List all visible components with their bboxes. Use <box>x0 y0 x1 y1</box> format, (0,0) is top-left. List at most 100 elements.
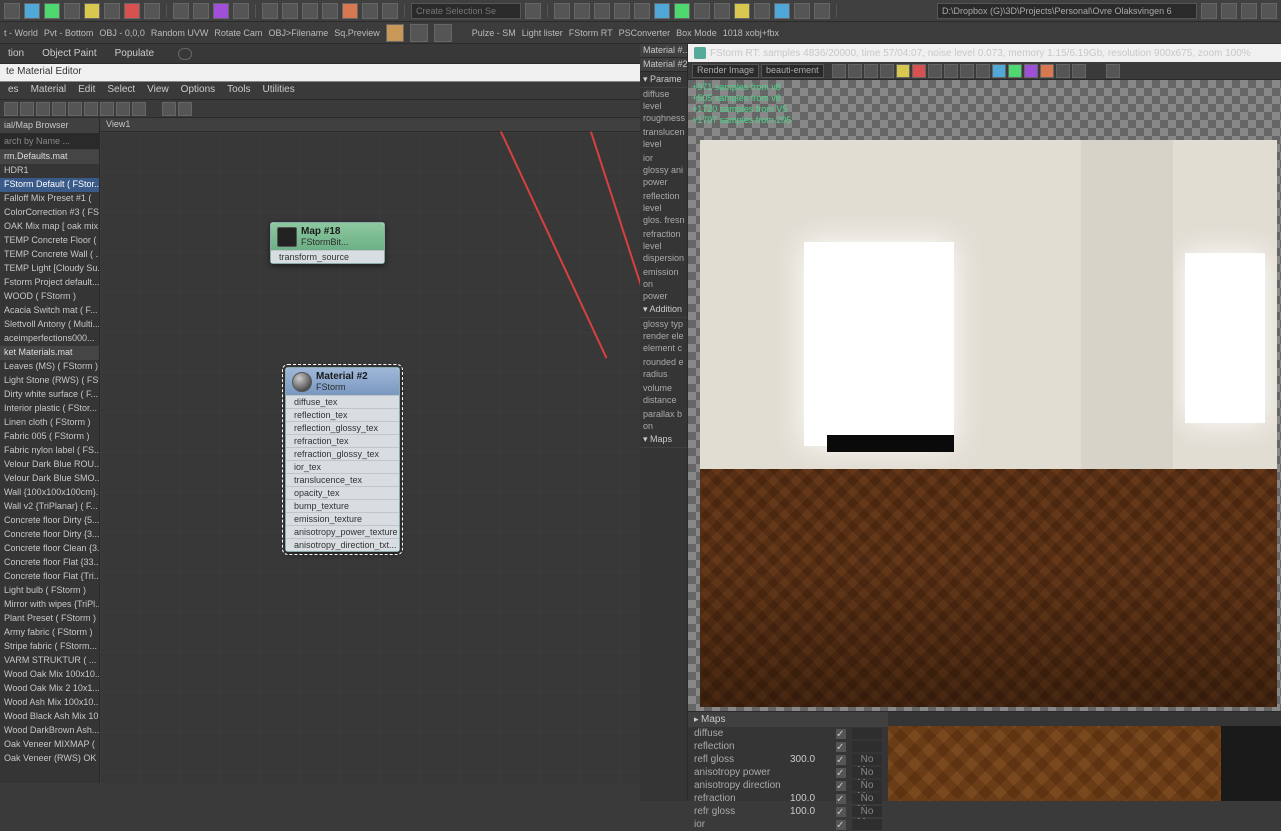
material-list-item[interactable]: ket Materials.mat <box>0 346 99 360</box>
material-list-item[interactable]: Wood DarkBrown Ash... <box>0 724 99 738</box>
render-btn-icon[interactable] <box>880 64 894 78</box>
param-row[interactable]: level <box>640 240 687 252</box>
render-dropdown[interactable]: beauti-ement <box>761 64 824 78</box>
param-row[interactable]: dispersion <box>640 252 687 264</box>
param-row[interactable]: roughness <box>640 112 687 124</box>
node-material[interactable]: Material #2 FStorm diffuse_texreflection… <box>285 367 400 552</box>
param-row[interactable]: emission <box>640 266 687 278</box>
map-slot-row[interactable]: refraction100.0✓No Map <box>688 792 888 805</box>
menu-item[interactable]: Material <box>31 84 67 97</box>
material-list-item[interactable]: Oak Veneer (RWS) OK <box>0 752 99 766</box>
material-list-item[interactable]: Wood Oak Mix 2 10x1... <box>0 682 99 696</box>
tool-icon[interactable] <box>434 24 452 42</box>
param-row[interactable]: refraction <box>640 228 687 240</box>
param-row[interactable]: radius <box>640 368 687 380</box>
toolbar-icon[interactable] <box>1241 3 1257 19</box>
render-btn-icon[interactable] <box>864 64 878 78</box>
material-list-item[interactable]: Concrete floor Flat {Tri... <box>0 570 99 584</box>
render-btn-icon[interactable] <box>1040 64 1054 78</box>
toolbar-icon[interactable] <box>124 3 140 19</box>
param-row[interactable]: rounded e <box>640 356 687 368</box>
material-list-item[interactable]: ColorCorrection #3 ( FS <box>0 206 99 220</box>
project-path-input[interactable] <box>937 3 1197 19</box>
param-row[interactable]: volume <box>640 382 687 394</box>
toolbar-icon[interactable] <box>525 3 541 19</box>
map-slot-row[interactable]: refl gloss300.0✓No Map <box>688 753 888 766</box>
material-list-item[interactable]: Wood Black Ash Mix 10... <box>0 710 99 724</box>
toolbar-icon[interactable] <box>1261 3 1277 19</box>
param-section-header[interactable]: ▾ Maps <box>640 432 687 448</box>
toolbar-icon[interactable] <box>594 3 610 19</box>
render-viewport[interactable] <box>688 80 1281 711</box>
param-section-header[interactable]: ▾ Parame <box>640 72 687 88</box>
toolbar-icon[interactable] <box>694 3 710 19</box>
material-list-item[interactable]: VARM STRUKTUR ( ... <box>0 654 99 668</box>
tool-btn[interactable]: PSConverter <box>619 28 671 38</box>
toggle-icon[interactable] <box>178 48 192 60</box>
node-socket[interactable]: refraction_glossy_tex <box>286 447 399 460</box>
material-list-item[interactable]: Falloff Mix Preset #1 ( <box>0 192 99 206</box>
move-icon[interactable] <box>262 3 278 19</box>
param-row[interactable]: level <box>640 100 687 112</box>
map-slot-row[interactable]: anisotropy power✓No Map <box>688 766 888 779</box>
toolbar-icon[interactable] <box>64 3 80 19</box>
toolbar-icon[interactable] <box>634 3 650 19</box>
toolbar-icon[interactable] <box>794 3 810 19</box>
material-list-item[interactable]: Wall {100x100x100cm}... <box>0 486 99 500</box>
tool-btn[interactable]: Box Mode <box>676 28 717 38</box>
material-list-item[interactable]: Mirror with wipes {TriPl... <box>0 598 99 612</box>
material-list-item[interactable]: Concrete floor Clean {3... <box>0 542 99 556</box>
tab[interactable]: Populate <box>115 48 154 59</box>
tool-btn[interactable]: Random UVW <box>151 28 209 38</box>
tb-icon[interactable] <box>162 102 176 116</box>
toolbar-icon[interactable] <box>84 3 100 19</box>
render-dropdown[interactable]: Render Image <box>692 64 759 78</box>
toolbar-icon[interactable] <box>382 3 398 19</box>
param-row[interactable]: diffuse <box>640 88 687 100</box>
toolbar-icon[interactable] <box>614 3 630 19</box>
render-btn-icon[interactable] <box>944 64 958 78</box>
toolbar-icon[interactable] <box>342 3 358 19</box>
render-btn-icon[interactable] <box>976 64 990 78</box>
refresh-icon[interactable] <box>1106 64 1120 78</box>
render-btn-icon[interactable] <box>1056 64 1070 78</box>
toolbar-icon[interactable] <box>24 3 40 19</box>
browser-search[interactable]: arch by Name ... <box>0 134 99 150</box>
material-list-item[interactable]: Acacia Switch mat ( F... <box>0 304 99 318</box>
param-row[interactable]: render ele <box>640 330 687 342</box>
toolbar-icon[interactable] <box>362 3 378 19</box>
toolbar-icon[interactable] <box>554 3 570 19</box>
node-socket[interactable]: bump_texture <box>286 499 399 512</box>
material-list-item[interactable]: WOOD ( FStorm ) <box>0 290 99 304</box>
material-list-item[interactable]: Dirty white surface ( F... <box>0 388 99 402</box>
toolbar-icon[interactable] <box>173 3 189 19</box>
toolbar-icon[interactable] <box>574 3 590 19</box>
toolbar-icon[interactable] <box>4 3 20 19</box>
material-list-item[interactable]: Linen cloth ( FStorm ) <box>0 416 99 430</box>
map-slot-row[interactable]: diffuse✓ <box>688 727 888 740</box>
tool-btn[interactable]: Pvt - Bottom <box>44 28 94 38</box>
toolbar-icon[interactable] <box>774 3 790 19</box>
toolbar-icon[interactable] <box>754 3 770 19</box>
material-list-item[interactable]: Concrete floor Dirty {3... <box>0 528 99 542</box>
material-list-item[interactable]: Light bulb ( FStorm ) <box>0 584 99 598</box>
param-row[interactable]: translucen <box>640 126 687 138</box>
render-btn-icon[interactable] <box>848 64 862 78</box>
tb-icon[interactable] <box>84 102 98 116</box>
material-list-item[interactable]: TEMP Concrete Floor ( ... <box>0 234 99 248</box>
tool-icon[interactable] <box>410 24 428 42</box>
tb-icon[interactable] <box>116 102 130 116</box>
render-btn-icon[interactable] <box>1024 64 1038 78</box>
param-row[interactable]: level <box>640 202 687 214</box>
toolbar-icon[interactable] <box>213 3 229 19</box>
map-slot-row[interactable]: anisotropy direction✓No Map <box>688 779 888 792</box>
param-row[interactable]: power <box>640 290 687 302</box>
tb-icon[interactable] <box>100 102 114 116</box>
render-icon[interactable] <box>734 3 750 19</box>
render-btn-icon[interactable] <box>832 64 846 78</box>
tab[interactable]: Object Paint <box>42 48 96 59</box>
material-list-item[interactable]: Wood Ash Mix 100x10... <box>0 696 99 710</box>
material-list-item[interactable]: Fabric 005 ( FStorm ) <box>0 430 99 444</box>
toolbar-icon[interactable] <box>144 3 160 19</box>
material-list-item[interactable]: FStorm Default ( FStor... <box>0 178 99 192</box>
